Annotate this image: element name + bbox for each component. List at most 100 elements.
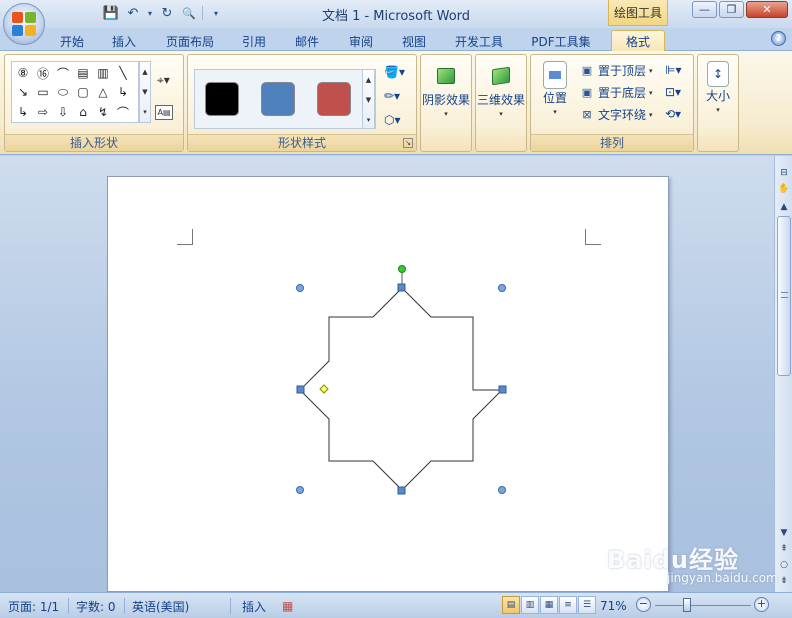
select-browse-object-icon[interactable]: ○ <box>777 558 791 572</box>
title-bar: 💾 ↶ ▾ ↻ 🔍 ▾ 文档 1 - Microsoft Word 绘图工具 —… <box>0 0 792 28</box>
shape-down-arrow-icon[interactable]: ⇩ <box>55 104 71 120</box>
group-objects-icon[interactable]: ⊡▾ <box>665 82 681 102</box>
word-count[interactable]: 字数: 0 <box>76 597 116 615</box>
help-icon[interactable]: ? <box>771 31 786 46</box>
hand-icon[interactable]: ✋ <box>777 182 791 196</box>
zoom-slider-thumb[interactable] <box>683 598 691 612</box>
scroll-up-icon[interactable]: ▲ <box>363 70 374 90</box>
shape-star-16-icon[interactable]: ⑯ <box>35 65 51 81</box>
print-layout-view-icon[interactable]: ▤ <box>502 596 520 614</box>
shape-elbow-arrow-icon[interactable]: ↳ <box>15 104 31 120</box>
draft-view-icon[interactable]: ☰ <box>578 596 596 614</box>
next-page-icon[interactable]: ⇟ <box>777 574 791 588</box>
eight-point-star-shape[interactable] <box>288 259 514 495</box>
shadow-effects-button[interactable]: 阴影效果 ▾ <box>421 61 471 118</box>
zoom-in-button[interactable]: + <box>754 597 769 612</box>
macro-record-icon[interactable]: ▦ <box>282 597 293 615</box>
resize-handle-bottom-left[interactable] <box>296 486 304 494</box>
document-page[interactable] <box>107 176 669 592</box>
shape-arc-icon[interactable]: ⌒ <box>55 65 71 81</box>
resize-handle-left[interactable] <box>296 385 305 394</box>
styles-gallery-scroll: ▲ ▼ ▾ <box>362 69 375 129</box>
previous-page-icon[interactable]: ⇞ <box>777 542 791 556</box>
size-button[interactable]: ↕ 大小 ▾ <box>698 61 738 114</box>
outline-color-icon[interactable]: ✏▾ <box>384 87 412 105</box>
align-icon[interactable]: ⊫▾ <box>665 60 681 80</box>
restore-button[interactable]: ❐ <box>719 1 744 18</box>
resize-handle-top-right[interactable] <box>498 284 506 292</box>
fill-color-icon[interactable]: 🪣▾ <box>384 63 412 81</box>
shape-lightning-icon[interactable]: ↯ <box>95 104 111 120</box>
shape-rectangle-icon[interactable]: ▭ <box>35 84 51 100</box>
shapes-gallery: ⑧ ⑯ ⌒ ▤ ▥ ╲ ↘ ▭ ⬭ ▢ △ ↳ ↳ ⇨ ⇩ ⌂ ↯ ⌒ <box>11 61 139 123</box>
tab-format[interactable]: 格式 <box>611 30 665 51</box>
style-swatch-red[interactable] <box>317 82 351 116</box>
tab-view[interactable]: 视图 <box>394 31 434 51</box>
web-layout-view-icon[interactable]: ▦ <box>540 596 558 614</box>
shape-star-8-icon[interactable]: ⑧ <box>15 65 31 81</box>
scroll-up-icon[interactable]: ▲ <box>140 62 150 82</box>
tab-references[interactable]: 引用 <box>234 31 274 51</box>
send-to-back-button[interactable]: ▣ 置于底层 ▾ <box>579 82 653 102</box>
shape-textbox-icon[interactable]: ▤ <box>75 65 91 81</box>
edit-shape-icon[interactable]: ⌖▾ <box>157 73 181 91</box>
draw-textbox-icon[interactable]: A▤ <box>155 105 173 120</box>
zoom-level[interactable]: 71% <box>600 597 627 615</box>
vertical-scrollbar[interactable]: ⊟ ✋ ▲ ▼ ⇞ ○ ⇟ <box>774 156 792 592</box>
bring-to-front-button[interactable]: ▣ 置于顶层 ▾ <box>579 60 653 80</box>
gallery-more-icon[interactable]: ▾ <box>140 102 150 122</box>
language-indicator[interactable]: 英语(美国) <box>132 597 189 615</box>
zoom-slider-track[interactable] <box>655 605 751 606</box>
page-count[interactable]: 页面: 1/1 <box>8 597 59 615</box>
change-shape-icon[interactable]: ⬡▾ <box>384 111 412 129</box>
shape-curve-icon[interactable]: ⌒ <box>115 104 131 120</box>
tab-review[interactable]: 审阅 <box>341 31 381 51</box>
shape-arrow-line-icon[interactable]: ↘ <box>15 84 31 100</box>
resize-handle-bottom-right[interactable] <box>498 486 506 494</box>
ruler-toggle-icon[interactable]: ⊟ <box>777 166 791 180</box>
dialog-launcher-icon[interactable]: ↘ <box>403 138 413 148</box>
size-icon: ↕ <box>707 61 729 87</box>
tab-developer[interactable]: 开发工具 <box>446 31 512 51</box>
tab-insert[interactable]: 插入 <box>104 31 144 51</box>
scroll-down-icon[interactable]: ▼ <box>363 90 374 110</box>
scroll-down-arrow-icon[interactable]: ▼ <box>777 526 791 540</box>
shape-elbow-connector-icon[interactable]: ↳ <box>115 84 131 100</box>
text-wrapping-button[interactable]: ⊠ 文字环绕 ▾ <box>579 104 652 124</box>
shape-right-arrow-icon[interactable]: ⇨ <box>35 104 51 120</box>
shape-line-icon[interactable]: ╲ <box>115 65 131 81</box>
rotate-icon[interactable]: ⟲▾ <box>665 104 681 124</box>
office-button[interactable] <box>3 3 45 45</box>
scroll-up-arrow-icon[interactable]: ▲ <box>777 200 791 214</box>
resize-handle-bottom[interactable] <box>397 486 406 495</box>
full-screen-reading-view-icon[interactable]: ▥ <box>521 596 539 614</box>
resize-handle-right[interactable] <box>498 385 507 394</box>
scroll-down-icon[interactable]: ▼ <box>140 82 150 102</box>
close-button[interactable]: ✕ <box>746 1 788 18</box>
star-outline[interactable] <box>299 287 504 491</box>
tab-pdf-tools[interactable]: PDF工具集 <box>524 31 598 51</box>
style-swatch-black[interactable] <box>205 82 239 116</box>
style-swatch-blue[interactable] <box>261 82 295 116</box>
tab-home[interactable]: 开始 <box>52 31 92 51</box>
resize-handle-top[interactable] <box>397 283 406 292</box>
position-button[interactable]: 位置 ▾ <box>535 61 575 116</box>
tab-page-layout[interactable]: 页面布局 <box>158 31 222 51</box>
zoom-out-button[interactable]: − <box>636 597 651 612</box>
margin-corner-top-left <box>177 229 193 245</box>
shape-triangle-icon[interactable]: △ <box>95 84 111 100</box>
tab-mailings[interactable]: 邮件 <box>287 31 327 51</box>
shape-oval-icon[interactable]: ⬭ <box>55 84 71 100</box>
outline-view-icon[interactable]: ≡ <box>559 596 577 614</box>
shape-pentagon-icon[interactable]: ⌂ <box>75 104 91 120</box>
gallery-more-icon[interactable]: ▾ <box>363 110 374 130</box>
minimize-button[interactable]: — <box>692 1 717 18</box>
shape-rounded-rect-icon[interactable]: ▢ <box>75 84 91 100</box>
insert-mode-indicator[interactable]: 插入 <box>242 597 266 615</box>
scrollbar-thumb[interactable] <box>777 216 791 376</box>
3d-effects-button[interactable]: 三维效果 ▾ <box>476 61 526 118</box>
shape-vertical-textbox-icon[interactable]: ▥ <box>95 65 111 81</box>
rotate-handle[interactable] <box>398 265 406 273</box>
group-label-insert-shapes: 插入形状 <box>5 134 183 151</box>
resize-handle-top-left[interactable] <box>296 284 304 292</box>
